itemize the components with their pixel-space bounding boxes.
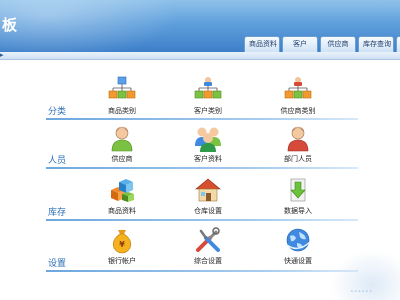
section-divider xyxy=(46,270,358,272)
item-product-data[interactable]: 商品资料 xyxy=(82,176,162,220)
tools-icon xyxy=(196,227,220,252)
section-divider xyxy=(46,219,358,221)
item-label: 快通设置 xyxy=(284,257,312,265)
svg-text:¥: ¥ xyxy=(119,240,125,249)
item-label: 客户类别 xyxy=(194,107,222,115)
app-header: 板 商品资料 客户 供应商 库存查询 xyxy=(0,0,400,52)
item-quick-settings[interactable]: 快通设置 xyxy=(258,226,338,270)
item-general-settings[interactable]: 综合设置 xyxy=(168,226,248,270)
sub-bar: ▸ xyxy=(0,51,400,60)
dots-icon: ∙∙∙∙∙∙ xyxy=(350,288,373,295)
item-label: 客户资料 xyxy=(194,155,222,163)
item-supplier[interactable]: 供应商 xyxy=(82,124,162,168)
tree-diagram-icon xyxy=(108,76,136,99)
item-label: 银行帐户 xyxy=(108,257,136,265)
people-tree-icon xyxy=(194,77,222,99)
decorative-watermark: ∙∙∙∙∙∙ xyxy=(330,250,400,300)
tab-bar: 商品资料 客户 供应商 库存查询 xyxy=(244,36,400,52)
section-label-settings: 设置 xyxy=(48,259,67,269)
item-label: 供应商类别 xyxy=(280,107,316,115)
section-label-category: 分类 xyxy=(48,107,67,117)
tab-more[interactable] xyxy=(396,36,400,52)
staff-person-icon xyxy=(287,126,309,152)
supplier-tree-icon xyxy=(284,77,312,99)
product-boxes-icon xyxy=(111,179,134,202)
item-bank-account[interactable]: ¥ 银行帐户 xyxy=(82,226,162,270)
section-divider xyxy=(46,118,358,120)
header-glow xyxy=(0,0,180,52)
section-label-inventory: 库存 xyxy=(48,208,67,218)
item-data-import[interactable]: 数据导入 xyxy=(258,176,338,220)
item-label: 仓库设置 xyxy=(194,207,222,215)
tab-customer[interactable]: 客户 xyxy=(282,36,318,52)
item-label: 综合设置 xyxy=(194,257,222,265)
item-label: 商品类别 xyxy=(108,107,136,115)
item-customer-data[interactable]: 客户资料 xyxy=(168,124,248,168)
item-label: 部门人员 xyxy=(284,155,312,163)
section-label-personnel: 人员 xyxy=(48,156,67,166)
supplier-person-icon xyxy=(111,126,133,152)
item-customer-category[interactable]: 客户类别 xyxy=(168,76,248,120)
item-label: 供应商 xyxy=(111,155,133,163)
tab-supplier[interactable]: 供应商 xyxy=(320,36,356,52)
import-arrow-icon xyxy=(290,178,306,202)
tab-product-info[interactable]: 商品资料 xyxy=(244,36,280,52)
money-bag-icon: ¥ xyxy=(112,230,132,254)
item-label: 商品资料 xyxy=(108,207,136,215)
section-divider xyxy=(46,167,358,169)
app-title: 板 xyxy=(2,16,19,34)
warehouse-house-icon xyxy=(195,178,221,202)
globe-icon xyxy=(286,228,311,252)
arrow-icon: ▸ xyxy=(0,51,4,59)
item-supplier-category[interactable]: 供应商类别 xyxy=(258,76,338,120)
customer-group-icon xyxy=(195,127,221,152)
item-department-staff[interactable]: 部门人员 xyxy=(258,124,338,168)
item-warehouse-settings[interactable]: 仓库设置 xyxy=(168,176,248,220)
tab-inventory-query[interactable]: 库存查询 xyxy=(358,36,394,52)
item-label: 数据导入 xyxy=(284,207,312,215)
item-product-category[interactable]: 商品类别 xyxy=(82,76,162,120)
